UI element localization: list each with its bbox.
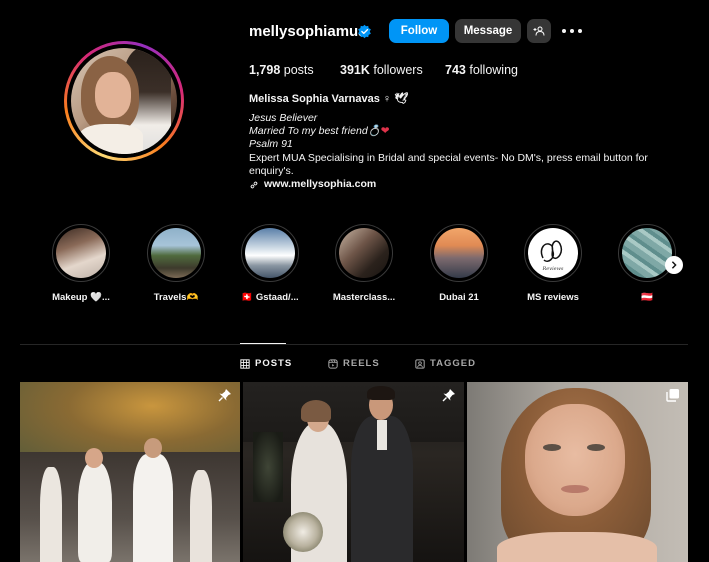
follow-button[interactable]: Follow: [389, 19, 449, 43]
highlight-label: Travels🫶: [153, 292, 199, 303]
posts-stat: 1,798 posts: [249, 63, 314, 77]
grid-icon: [240, 358, 250, 369]
link-icon: [250, 181, 258, 188]
profile-username: mellysophiamua: [249, 23, 367, 40]
ms-logo-icon: Reviews: [540, 240, 564, 272]
pinned-icon: [218, 389, 231, 402]
bio-line: Psalm 91: [249, 138, 293, 151]
tab-reels[interactable]: REELS: [328, 358, 380, 369]
bio-link[interactable]: www.mellysophia.com: [264, 178, 376, 191]
more-options-icon[interactable]: [562, 24, 582, 38]
active-tab-indicator: [240, 343, 286, 344]
highlight-gstaad[interactable]: 🇨🇭 Gstaad/...: [235, 224, 305, 303]
message-button[interactable]: Message: [455, 19, 521, 43]
profile-full-name: Melissa Sophia Varnavas ♀ 🕊: [249, 93, 409, 105]
bio-line: Jesus Believer: [249, 112, 318, 124]
highlight-label: MS reviews: [527, 292, 579, 303]
tabs-divider: [20, 344, 688, 345]
highlight-label: 🇨🇭 Gstaad/...: [241, 292, 299, 303]
highlight-label: Makeup 🤍...: [52, 292, 110, 303]
bio-link-row[interactable]: www.mellysophia.com: [249, 178, 669, 191]
suggested-accounts-button[interactable]: [527, 19, 551, 43]
highlights-next-button[interactable]: [665, 256, 683, 274]
highlight-label: 🇦🇹: [641, 292, 653, 303]
post-thumbnail[interactable]: [467, 382, 688, 562]
post-thumbnail[interactable]: [243, 382, 464, 562]
highlight-label: Dubai 21: [439, 292, 479, 303]
highlight-makeup[interactable]: Makeup 🤍...: [46, 224, 116, 303]
post-thumbnail[interactable]: [20, 382, 240, 562]
bio-line: Married To my best friend💍❤: [249, 125, 390, 138]
tagged-icon: [415, 358, 425, 369]
tab-tagged[interactable]: TAGGED: [415, 358, 476, 369]
highlight-travels[interactable]: Travels🫶: [141, 224, 211, 303]
following-stat[interactable]: 743 following: [445, 63, 565, 77]
highlight-dubai[interactable]: Dubai 21: [424, 224, 494, 303]
highlight-masterclass[interactable]: Masterclass...: [329, 224, 399, 303]
highlight-ms-reviews[interactable]: Reviews MS reviews: [518, 224, 588, 303]
verified-badge-icon: [358, 24, 371, 39]
profile-avatar[interactable]: [64, 41, 184, 161]
profile-bio: Jesus Believer Married To my best friend…: [249, 112, 669, 191]
svg-text:Reviews: Reviews: [542, 266, 564, 272]
highlight-label: Masterclass...: [332, 292, 396, 303]
pinned-icon: [442, 389, 455, 402]
tab-posts[interactable]: POSTS: [240, 358, 292, 369]
avatar-photo: [71, 48, 177, 154]
chevron-right-icon: [671, 261, 677, 269]
reels-icon: [328, 358, 338, 369]
carousel-icon: [666, 389, 679, 402]
bio-line: Expert MUA Specialising in Bridal and sp…: [249, 151, 648, 177]
followers-stat[interactable]: 391K followers: [340, 63, 460, 77]
add-person-icon: [533, 26, 545, 36]
heart-icon: ❤: [380, 125, 390, 138]
